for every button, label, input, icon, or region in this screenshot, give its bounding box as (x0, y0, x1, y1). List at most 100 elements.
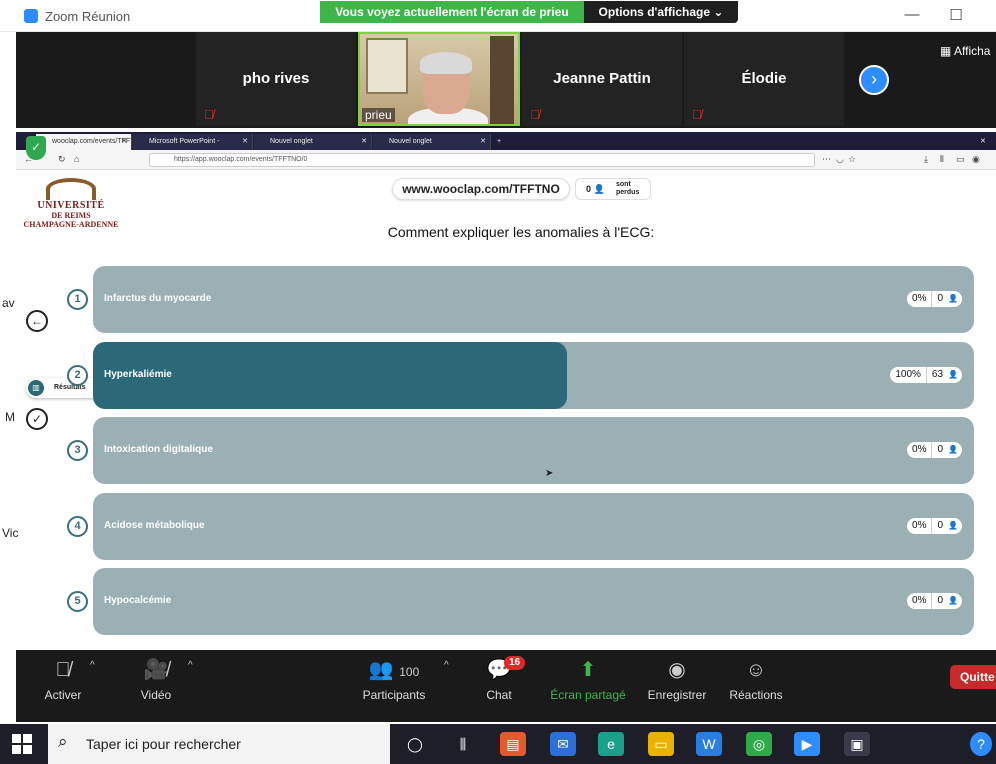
answer-row[interactable]: Acidose métabolique 0% 0 👤 (93, 493, 974, 560)
chat-button[interactable]: 💬 16 Chat (482, 656, 526, 702)
browser-tab[interactable]: Nouvel onglet ✕ (373, 134, 491, 150)
answer-stats: 0% 0 👤 (907, 442, 962, 458)
background-text: Vic (2, 526, 19, 540)
address-bar[interactable]: https://app.wooclap.com/events/TFFTNO/0 (149, 153, 815, 167)
close-tab-icon[interactable]: ✕ (361, 134, 367, 150)
previous-question-icon[interactable]: ← (26, 310, 48, 332)
participant-name: Élodie (741, 70, 787, 87)
home-icon[interactable]: ⌂ (74, 154, 79, 164)
gallery-view-button[interactable]: ▦ Afficha (940, 44, 990, 58)
answer-percentage: 0% (907, 291, 933, 307)
question-title: Comment expliquer les anomalies à l'ECG: (387, 224, 655, 240)
security-shield-icon: ✓ (26, 136, 46, 160)
downloads-icon[interactable]: ⤓ (924, 154, 928, 165)
screen: Zoom Réunion Vous voyez actuellement l'é… (0, 0, 996, 764)
validate-icon[interactable]: ✓ (26, 408, 48, 430)
chrome-icon[interactable]: ◎ (746, 732, 772, 756)
window-title: Zoom Réunion (45, 9, 131, 24)
audio-options-chevron-icon[interactable]: ^ (90, 660, 95, 671)
participants-options-chevron-icon[interactable]: ^ (444, 660, 449, 671)
answer-text: Hypocalcémie (104, 595, 172, 606)
close-tab-icon[interactable]: ✕ (121, 134, 127, 150)
close-tab-icon[interactable]: ✕ (480, 134, 486, 150)
university-crest-icon (46, 178, 96, 200)
minimize-icon[interactable]: — (902, 6, 922, 23)
browser-tab[interactable]: Microsoft PowerPoint - godin_ribo✕ (133, 134, 253, 161)
browser-tab[interactable]: Nouvel onglet ✕ (254, 134, 372, 150)
answer-percentage: 100% (890, 367, 927, 383)
taskbar-search[interactable]: ⌕ Taper ici pour rechercher (48, 724, 390, 764)
muted-mic-icon: 🎙̸ (55, 659, 71, 681)
answer-row[interactable]: Intoxication digitalique 0% 0 👤 (93, 417, 974, 484)
next-page-button[interactable]: › (859, 65, 889, 95)
answer-row[interactable]: Infarctus du myocarde 0% 0 👤 (93, 266, 974, 333)
new-tab-button[interactable]: + (492, 134, 510, 150)
start-menu-icon[interactable] (12, 734, 32, 754)
answer-stats: 0% 0 👤 (907, 518, 962, 534)
answer-row[interactable]: Hypocalcémie 0% 0 👤 (93, 568, 974, 635)
search-placeholder: Taper ici pour rechercher (86, 736, 241, 752)
answer-text: Intoxication digitalique (104, 444, 213, 455)
leave-meeting-button[interactable]: Quitte (950, 665, 996, 689)
page-actions-icon[interactable]: ⋯ (822, 154, 831, 165)
record-button[interactable]: ◉ Enregistrer (646, 656, 708, 702)
answer-percentage: 0% (907, 442, 933, 458)
participants-button[interactable]: 👥 100 Participants (362, 656, 426, 702)
person-icon: 👤 (948, 521, 958, 530)
participant-tile[interactable]: pho rives 🎙̸ (196, 32, 356, 126)
mail-icon[interactable]: ✉ (550, 732, 576, 756)
pocket-icon[interactable]: ◡ (836, 154, 844, 165)
answer-number: 3 (67, 440, 88, 461)
view-options-button[interactable]: Options d'affichage ⌄ (584, 1, 738, 23)
muted-mic-icon: 🎙̸ (692, 107, 702, 122)
answer-stats: 0% 0 👤 (907, 593, 962, 609)
zoom-meeting-taskbar-icon[interactable]: ▣ (844, 732, 870, 756)
zoom-taskbar-icon[interactable]: ▶ (794, 732, 820, 756)
browser-tab[interactable]: wooclap.com/events/TFFTNO ✕ (36, 134, 145, 150)
answer-row[interactable]: Hyperkaliémie 100% 63 👤 (93, 342, 974, 409)
share-screen-icon: ⬆ (579, 659, 597, 681)
participant-tile[interactable]: Élodie 🎙̸ (684, 32, 844, 126)
share-screen-button[interactable]: ⬆ Écran partagé (550, 656, 626, 702)
widgets-icon[interactable]: ⫼ (450, 732, 476, 756)
maximize-icon[interactable]: ☐ (946, 6, 966, 24)
participant-name: prieu (362, 108, 395, 122)
mouse-cursor-icon: ➤ (545, 468, 554, 479)
video-strip: ▦ Afficha pho rives 🎙̸ prieu Jeanne Patt… (16, 32, 996, 128)
unmute-button[interactable]: 🎙̸ Activer (38, 656, 88, 702)
reload-icon[interactable]: ↻ (58, 154, 66, 165)
video-options-chevron-icon[interactable]: ^ (188, 660, 193, 671)
answer-text: Infarctus du myocarde (104, 293, 212, 304)
person-icon: 👤 (593, 184, 605, 194)
browser-toolbar: ← ↻ ⌂ https://app.wooclap.com/events/TFF… (16, 150, 996, 170)
tab-label: Nouvel onglet (389, 138, 432, 145)
answer-percentage: 0% (907, 518, 933, 534)
participant-name: pho rives (242, 70, 310, 87)
bookmark-star-icon[interactable]: ☆ (848, 154, 856, 165)
browser-tab-bar: wooclap.com/events/TFFTNO ✕ Microsoft Pow… (16, 132, 996, 161)
bar-chart-icon: ▥ (28, 380, 44, 396)
library-icon[interactable]: ⫴ (940, 154, 944, 165)
sidebar-icon[interactable]: ▭ (956, 154, 965, 165)
participant-tile[interactable]: Jeanne Pattin 🎙̸ (522, 32, 682, 126)
reactions-button[interactable]: ☺ Réactions (728, 656, 784, 702)
help-icon[interactable]: ? (970, 732, 992, 756)
account-icon[interactable]: ◉ (972, 154, 980, 165)
answer-number: 5 (67, 591, 88, 612)
background-text: av (2, 296, 15, 310)
close-window-icon[interactable]: ✕ (974, 134, 994, 150)
file-explorer-icon[interactable]: ▭ (648, 732, 674, 756)
edge-icon[interactable]: e (598, 732, 624, 756)
store-icon[interactable]: ▤ (500, 732, 526, 756)
participant-video-tile[interactable]: prieu (358, 32, 520, 126)
answer-text: Hyperkaliémie (104, 369, 172, 380)
start-video-button[interactable]: 🎥̸ Vidéo (131, 656, 181, 702)
answer-text: Acidose métabolique (104, 520, 205, 531)
reactions-icon: ☺ (745, 659, 767, 681)
zoom-logo-icon (24, 9, 38, 23)
task-view-icon[interactable]: ◯ (402, 732, 428, 756)
close-tab-icon[interactable]: ✕ (242, 134, 248, 150)
answer-percentage: 0% (907, 593, 933, 609)
answer-votes: 0 (937, 520, 944, 531)
wps-icon[interactable]: W (696, 732, 722, 756)
